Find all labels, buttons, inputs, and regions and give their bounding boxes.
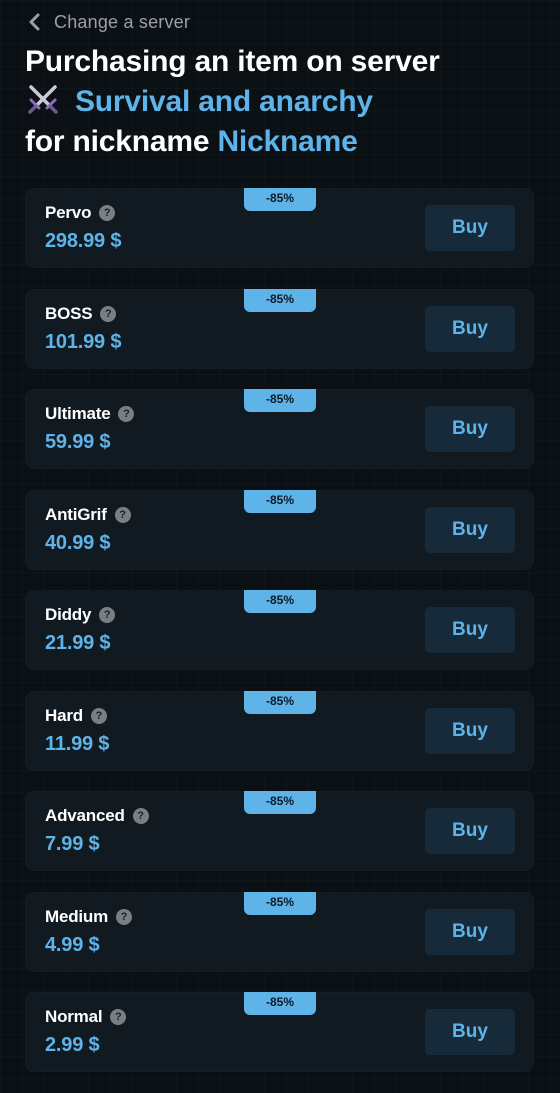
discount-badge: -85%: [244, 188, 316, 211]
discount-badge: -85%: [244, 288, 316, 312]
nickname-value: Nickname: [217, 125, 358, 158]
nickname-prefix: for nickname: [25, 125, 210, 158]
help-icon[interactable]: ?: [110, 1009, 127, 1025]
crossed-swords-icon: [28, 85, 58, 114]
product-name: Pervo: [45, 203, 92, 222]
product-card: -85% Hard? 11.99 $ Buy: [25, 690, 534, 771]
product-name: Hard: [45, 705, 83, 725]
product-price: 4.99 $: [45, 933, 100, 956]
product-price: 11.99 $: [45, 732, 110, 755]
discount-badge: -85%: [244, 489, 316, 513]
buy-button[interactable]: Buy: [425, 808, 515, 854]
buy-button[interactable]: Buy: [425, 707, 515, 754]
product-name-row: Normal?: [45, 1006, 127, 1028]
product-name: Diddy: [45, 605, 92, 624]
product-name-row: Medium?: [45, 906, 133, 928]
help-icon[interactable]: ?: [114, 506, 131, 523]
help-icon[interactable]: ?: [118, 406, 135, 422]
product-name-row: BOSS?: [45, 303, 117, 325]
title-line-1: Purchasing an item on server: [25, 45, 440, 78]
buy-button[interactable]: Buy: [425, 506, 515, 553]
product-name-row: Diddy?: [45, 604, 116, 626]
product-name: BOSS: [45, 303, 93, 323]
product-name: Medium: [45, 906, 109, 926]
product-card: -85% Medium? 4.99 $ Buy: [25, 891, 534, 972]
product-card: -85% BOSS? 101.99 $ Buy: [25, 288, 534, 369]
buy-button[interactable]: Buy: [425, 406, 515, 452]
discount-badge: -85%: [244, 389, 316, 412]
product-price: 2.99 $: [45, 1034, 100, 1056]
product-name-row: Advanced?: [45, 805, 149, 827]
product-name-row: Pervo?: [45, 202, 116, 224]
product-card: -85% Diddy? 21.99 $ Buy: [25, 590, 534, 670]
product-name-row: Hard?: [45, 705, 107, 727]
change-server-back-link[interactable]: Change a server: [26, 10, 190, 34]
discount-badge: -85%: [244, 891, 316, 915]
help-icon[interactable]: ?: [99, 607, 116, 623]
help-icon[interactable]: ?: [116, 908, 133, 925]
discount-badge: -85%: [244, 690, 316, 714]
product-card: -85% Pervo? 298.99 $ Buy: [25, 188, 534, 268]
product-name-row: Ultimate?: [45, 403, 135, 425]
product-card: -85% Normal? 2.99 $ Buy: [25, 992, 534, 1072]
buy-button[interactable]: Buy: [425, 305, 515, 352]
help-icon[interactable]: ?: [99, 205, 116, 221]
product-price: 7.99 $: [45, 833, 100, 855]
title-line-nickname: for nickname Nickname: [25, 122, 440, 162]
product-name: Normal: [45, 1007, 103, 1026]
product-price: 298.99 $: [45, 230, 122, 252]
buy-button[interactable]: Buy: [425, 1009, 515, 1055]
buy-button[interactable]: Buy: [425, 908, 515, 955]
discount-badge: -85%: [244, 992, 316, 1015]
product-name: Advanced: [45, 806, 125, 825]
product-price: 40.99 $: [45, 531, 111, 554]
title-line-server: Survival and anarchy: [25, 82, 440, 122]
discount-badge: -85%: [244, 590, 316, 613]
back-label: Change a server: [54, 11, 191, 32]
product-card: -85% Advanced? 7.99 $ Buy: [25, 791, 534, 871]
help-icon[interactable]: ?: [100, 305, 117, 322]
product-price: 21.99 $: [45, 632, 111, 654]
product-name-row: AntiGrif?: [45, 504, 131, 526]
server-name: Survival and anarchy: [75, 85, 373, 118]
help-icon[interactable]: ?: [90, 707, 107, 724]
product-price: 101.99 $: [45, 330, 122, 353]
product-card: -85% Ultimate? 59.99 $ Buy: [25, 389, 534, 469]
discount-badge: -85%: [244, 791, 316, 814]
help-icon[interactable]: ?: [132, 808, 149, 824]
product-price: 59.99 $: [45, 431, 111, 453]
product-list: -85% Pervo? 298.99 $ Buy -85% BOSS? 101.99 $ Bu…: [25, 188, 534, 1093]
buy-button[interactable]: Buy: [425, 607, 515, 653]
buy-button[interactable]: Buy: [425, 205, 515, 251]
product-card: -85% AntiGrif? 40.99 $ Buy: [25, 489, 534, 570]
product-name: Ultimate: [45, 404, 111, 423]
product-name: AntiGrif: [45, 504, 107, 524]
page-title: Purchasing an item on server Survival an…: [25, 42, 440, 162]
chevron-left-icon: [29, 13, 40, 31]
